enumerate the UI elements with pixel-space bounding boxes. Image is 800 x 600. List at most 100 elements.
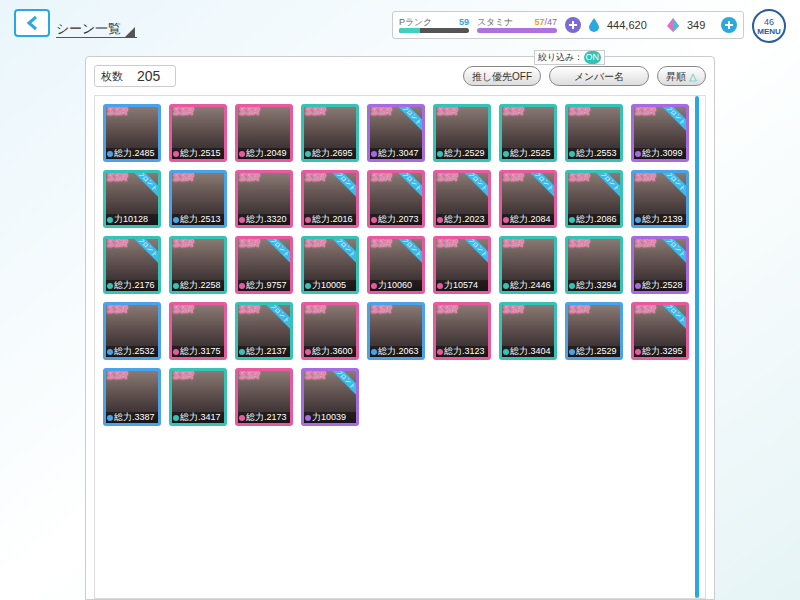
scene-card[interactable]: SSRフロント総力.3295 (631, 302, 689, 360)
rarity-badge: SSR (437, 172, 458, 184)
scene-card[interactable]: SSR総力.2515 (169, 104, 227, 162)
scene-card[interactable]: SSR総力.2513 (169, 170, 227, 228)
power-bar: 総力.2086 (568, 214, 620, 225)
attribute-icon (107, 349, 113, 355)
scene-card[interactable]: SSR 総力.3387 (103, 368, 161, 426)
order-button[interactable]: 昇順△ (657, 66, 706, 86)
rarity-badge: SSR (371, 304, 392, 316)
attribute-icon (569, 283, 575, 289)
scene-card[interactable]: SSRフロント力10005 (301, 236, 359, 294)
attribute-icon (371, 349, 377, 355)
scene-card[interactable]: SSRフロント総力.2086 (565, 170, 623, 228)
power-bar: 総力.2084 (502, 214, 554, 225)
power-label: 総力.3294 (576, 280, 617, 291)
scene-card[interactable]: SSRフロント総力.2084 (499, 170, 557, 228)
scene-card[interactable]: SSRフロント力10574 (433, 236, 491, 294)
power-bar: 総力.2528 (634, 280, 686, 291)
power-label: 総力.2173 (246, 412, 287, 423)
power-label: 総力.2086 (576, 214, 617, 225)
rarity-badge: SSR (569, 304, 590, 316)
power-bar: 総力.2532 (106, 346, 158, 357)
rarity-badge: SSR (305, 238, 326, 250)
scene-card[interactable]: SSR総力.3600 (301, 302, 359, 360)
power-label: 総力.2532 (114, 346, 155, 357)
power-label: 総力.3387 (114, 412, 155, 423)
scene-card[interactable]: SSRフロント総力.9757 (235, 236, 293, 294)
stamina-bar (477, 28, 557, 33)
attribute-icon (635, 283, 641, 289)
scene-card[interactable]: SSRフロント総力.2023 (433, 170, 491, 228)
scene-card[interactable]: SSRフロント総力.3099 (631, 104, 689, 162)
power-bar: 力10005 (304, 280, 356, 291)
rank-bar (399, 28, 469, 33)
power-bar: 総力.2553 (568, 148, 620, 159)
menu-button[interactable]: 46MENU (752, 9, 786, 43)
power-bar: 総力.2063 (370, 346, 422, 357)
scene-card[interactable]: SSR総力.2258 (169, 236, 227, 294)
rarity-badge: SSR (503, 106, 524, 118)
scene-card[interactable]: SSRフロント力10128 (103, 170, 161, 228)
scene-card[interactable]: SSRフロント総力.2528 (631, 236, 689, 294)
scene-card[interactable]: SSRフロント総力.2139 (631, 170, 689, 228)
scene-card[interactable]: SSR総力.3175 (169, 302, 227, 360)
scene-card[interactable]: SSR 総力.2532 (103, 302, 161, 360)
scene-card[interactable]: SSRフロント総力.2176 (103, 236, 161, 294)
rarity-badge: SSR (503, 172, 524, 184)
power-bar: 総力.3175 (172, 346, 224, 357)
scene-card[interactable]: SSR総力.2049 (235, 104, 293, 162)
power-label: 総力.2258 (180, 280, 221, 291)
scene-card[interactable]: SSRフロント総力.2137 (235, 302, 293, 360)
scrollbar[interactable] (695, 96, 699, 598)
attribute-icon (107, 151, 113, 157)
scene-card[interactable]: SSRフロント力10039 (301, 368, 359, 426)
scene-card[interactable]: SSRフロント総力.2016 (301, 170, 359, 228)
power-label: 総力.2446 (510, 280, 551, 291)
rarity-badge: SSR (437, 238, 458, 250)
sort-key-button[interactable]: メンバー名 (549, 66, 649, 86)
scene-card[interactable]: SSR総力.2173 (235, 368, 293, 426)
scene-card[interactable]: SSR総力.2529 (565, 302, 623, 360)
attribute-icon (305, 283, 311, 289)
power-label: 総力.3123 (444, 346, 485, 357)
power-label: 総力.3175 (180, 346, 221, 357)
scene-card[interactable]: SSR総力.3320 (235, 170, 293, 228)
attribute-icon (371, 283, 377, 289)
scene-card[interactable]: SSR 総力.2063 (367, 302, 425, 360)
filter-tag: 絞り込み：ON (534, 50, 606, 65)
scene-card[interactable]: SSR総力.2525 (499, 104, 557, 162)
stamina-plus-button[interactable] (565, 17, 581, 33)
power-bar: 総力.3320 (238, 214, 290, 225)
scene-card[interactable]: SSR総力.3417 (169, 368, 227, 426)
power-label: 総力.2485 (114, 148, 155, 159)
power-bar: 力10039 (304, 412, 356, 423)
scene-card[interactable]: SSRフロント総力.3047 (367, 104, 425, 162)
scene-card[interactable]: SSRフロント総力.2073 (367, 170, 425, 228)
oshi-priority-button[interactable]: 推し優先OFF (463, 66, 541, 86)
gem-plus-button[interactable] (721, 17, 737, 33)
power-bar: 総力.2016 (304, 214, 356, 225)
power-bar: 総力.2173 (238, 412, 290, 423)
rarity-badge: SSR (305, 370, 326, 382)
attribute-icon (437, 217, 443, 223)
scene-card[interactable]: SSRフロント力10060 (367, 236, 425, 294)
rarity-badge: SSR (107, 304, 128, 316)
attribute-icon (305, 349, 311, 355)
scene-card[interactable]: SSR総力.2446 (499, 236, 557, 294)
scene-card[interactable]: SSR総力.2529 (433, 104, 491, 162)
stamina-label: スタミナ (477, 17, 513, 28)
power-label: 総力.3320 (246, 214, 287, 225)
scene-card[interactable]: SSR総力.3294 (565, 236, 623, 294)
back-button[interactable] (14, 9, 50, 37)
status-panel: Pランク59スタミナ57/47444,620349 (392, 11, 744, 39)
scene-card[interactable]: SSR総力.3123 (433, 302, 491, 360)
attribute-icon (569, 151, 575, 157)
power-label: 総力.2139 (642, 214, 683, 225)
scene-card[interactable]: SSR総力.3404 (499, 302, 557, 360)
scene-card[interactable]: SSR総力.2695 (301, 104, 359, 162)
scene-card[interactable]: SSR総力.2485 (103, 104, 161, 162)
scene-card[interactable]: SSR総力.2553 (565, 104, 623, 162)
power-label: 総力.3417 (180, 412, 221, 423)
power-label: 総力.2084 (510, 214, 551, 225)
rarity-badge: SSR (107, 370, 128, 382)
attribute-icon (437, 349, 443, 355)
